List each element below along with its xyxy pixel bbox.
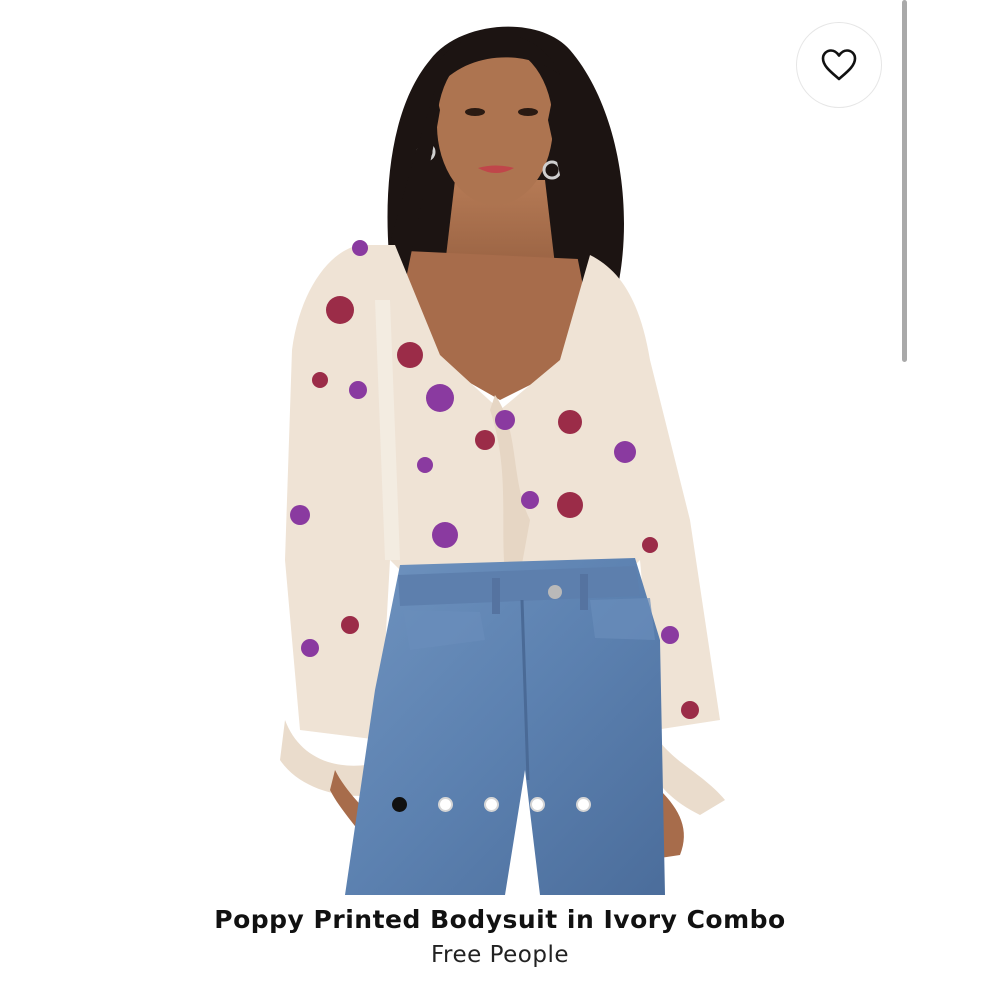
product-info: Poppy Printed Bodysuit in Ivory Combo Fr…: [0, 905, 1000, 968]
scrollbar[interactable]: [902, 0, 907, 362]
favorite-button[interactable]: [796, 22, 882, 108]
product-brand[interactable]: Free People: [0, 942, 1000, 968]
product-title: Poppy Printed Bodysuit in Ivory Combo: [214, 905, 786, 934]
carousel-dot[interactable]: [438, 797, 453, 812]
carousel-dot[interactable]: [392, 797, 407, 812]
model-photo: [280, 26, 725, 895]
heart-outline-icon: [821, 49, 857, 81]
carousel-dot[interactable]: [576, 797, 591, 812]
product-image[interactable]: [0, 0, 1000, 895]
carousel-dot[interactable]: [530, 797, 545, 812]
carousel-dot[interactable]: [484, 797, 499, 812]
carousel-indicators: [392, 797, 591, 812]
